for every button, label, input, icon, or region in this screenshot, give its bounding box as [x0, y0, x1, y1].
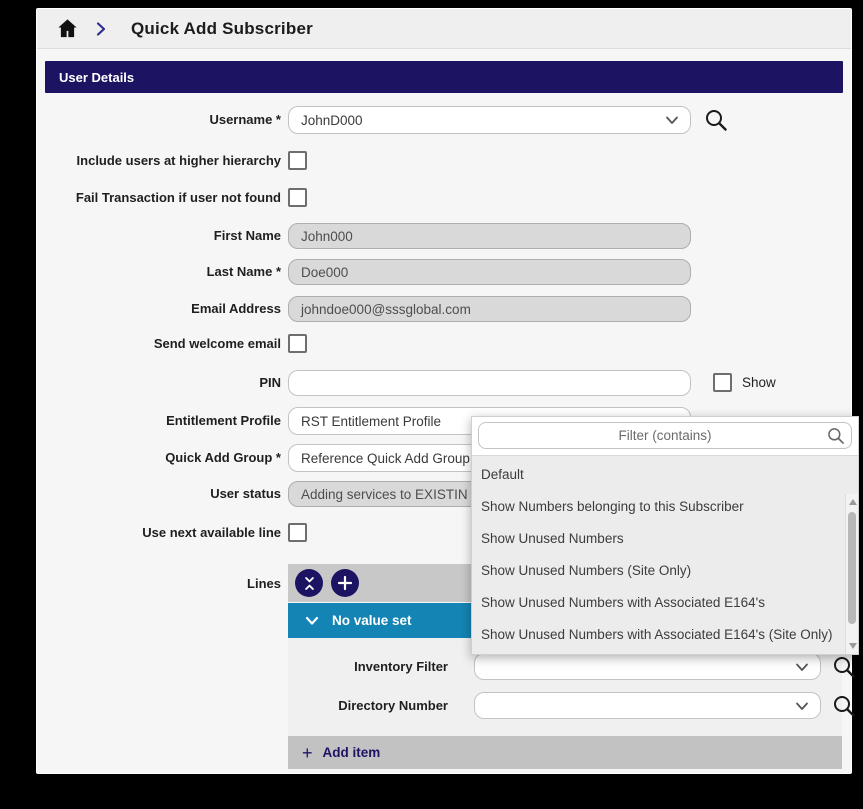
- use-next-line-label: Use next available line: [47, 523, 281, 542]
- plus-icon: +: [302, 744, 313, 762]
- user-status-value: Adding services to EXISTIN: [301, 487, 468, 502]
- last-name-label: Last Name *: [47, 259, 281, 285]
- inventory-filter-search-icon[interactable]: [831, 654, 857, 680]
- email-value: johndoe000@sssglobal.com: [301, 302, 471, 317]
- scroll-down-icon[interactable]: [849, 643, 857, 649]
- page-title: Quick Add Subscriber: [131, 19, 313, 39]
- inventory-filter-select[interactable]: [474, 653, 821, 680]
- first-name-value: John000: [301, 229, 353, 244]
- chevron-down-icon: [664, 112, 680, 128]
- scroll-up-icon[interactable]: [849, 499, 857, 505]
- add-item-label: Add item: [323, 745, 381, 760]
- option-show-unused-e164-site-only[interactable]: Show Unused Numbers with Associated E164…: [472, 619, 858, 651]
- directory-number-label: Directory Number: [298, 692, 448, 719]
- quick-add-group-label: Quick Add Group *: [47, 444, 281, 472]
- inventory-filter-label: Inventory Filter: [298, 653, 448, 680]
- fail-transaction-label: Fail Transaction if user not found: [47, 188, 281, 207]
- collapse-all-icon: [301, 575, 318, 592]
- filter-dropdown-overlay: Default Show Numbers belonging to this S…: [471, 416, 859, 655]
- home-button[interactable]: [55, 17, 79, 41]
- app-window: Quick Add Subscriber User Details Userna…: [36, 8, 852, 774]
- collapse-all-button[interactable]: [295, 569, 323, 597]
- chevron-down-icon: [794, 659, 810, 675]
- email-field: johndoe000@sssglobal.com: [288, 296, 691, 322]
- chevron-down-icon: [794, 698, 810, 714]
- pin-show-checkbox[interactable]: [713, 373, 732, 392]
- pin-input[interactable]: [288, 370, 691, 396]
- breadcrumb-chevron-icon: [93, 21, 109, 37]
- include-users-checkbox[interactable]: [288, 151, 307, 170]
- add-item-button[interactable]: + Add item: [288, 736, 842, 769]
- quick-add-group-value: Reference Quick Add Group: [301, 451, 470, 466]
- option-show-unused[interactable]: Show Unused Numbers: [472, 523, 858, 555]
- entitlement-profile-value: RST Entitlement Profile: [301, 414, 441, 429]
- first-name-label: First Name: [47, 223, 281, 249]
- user-status-label: User status: [47, 481, 281, 507]
- pin-show-label: Show: [742, 373, 776, 392]
- filter-option-list: Default Show Numbers belonging to this S…: [472, 455, 858, 654]
- username-search-icon[interactable]: [703, 107, 729, 133]
- section-title: User Details: [59, 70, 134, 85]
- directory-number-select[interactable]: [474, 692, 821, 719]
- section-header-user-details[interactable]: User Details: [45, 61, 843, 93]
- scrollbar-thumb[interactable]: [848, 512, 856, 624]
- breadcrumb: Quick Add Subscriber: [37, 9, 851, 49]
- username-value: JohnD000: [301, 113, 363, 128]
- filter-field: [478, 422, 852, 449]
- home-icon: [56, 17, 79, 40]
- line-group-title: No value set: [332, 613, 412, 628]
- username-select[interactable]: JohnD000: [288, 106, 691, 134]
- plus-icon: [337, 575, 353, 591]
- add-line-button[interactable]: [331, 569, 359, 597]
- last-name-value: Doe000: [301, 265, 348, 280]
- dropdown-scrollbar[interactable]: [845, 494, 858, 654]
- send-welcome-checkbox[interactable]: [288, 334, 307, 353]
- directory-number-search-icon[interactable]: [831, 693, 857, 719]
- send-welcome-label: Send welcome email: [47, 334, 281, 353]
- option-default[interactable]: Default: [472, 459, 858, 491]
- filter-input[interactable]: [478, 422, 852, 449]
- filter-search-icon: [826, 426, 846, 446]
- entitlement-profile-label: Entitlement Profile: [47, 407, 281, 435]
- chevron-down-icon: [304, 613, 320, 629]
- option-show-numbers-subscriber[interactable]: Show Numbers belonging to this Subscribe…: [472, 491, 858, 523]
- last-name-field: Doe000: [288, 259, 691, 285]
- include-users-label: Include users at higher hierarchy: [47, 151, 281, 170]
- first-name-field: John000: [288, 223, 691, 249]
- fail-transaction-checkbox[interactable]: [288, 188, 307, 207]
- option-show-unused-site-only[interactable]: Show Unused Numbers (Site Only): [472, 555, 858, 587]
- username-label: Username *: [47, 106, 281, 134]
- pin-label: PIN: [47, 370, 281, 396]
- option-show-unused-e164[interactable]: Show Unused Numbers with Associated E164…: [472, 587, 858, 619]
- lines-label: Lines: [47, 574, 281, 593]
- email-label: Email Address: [47, 296, 281, 322]
- use-next-line-checkbox[interactable]: [288, 523, 307, 542]
